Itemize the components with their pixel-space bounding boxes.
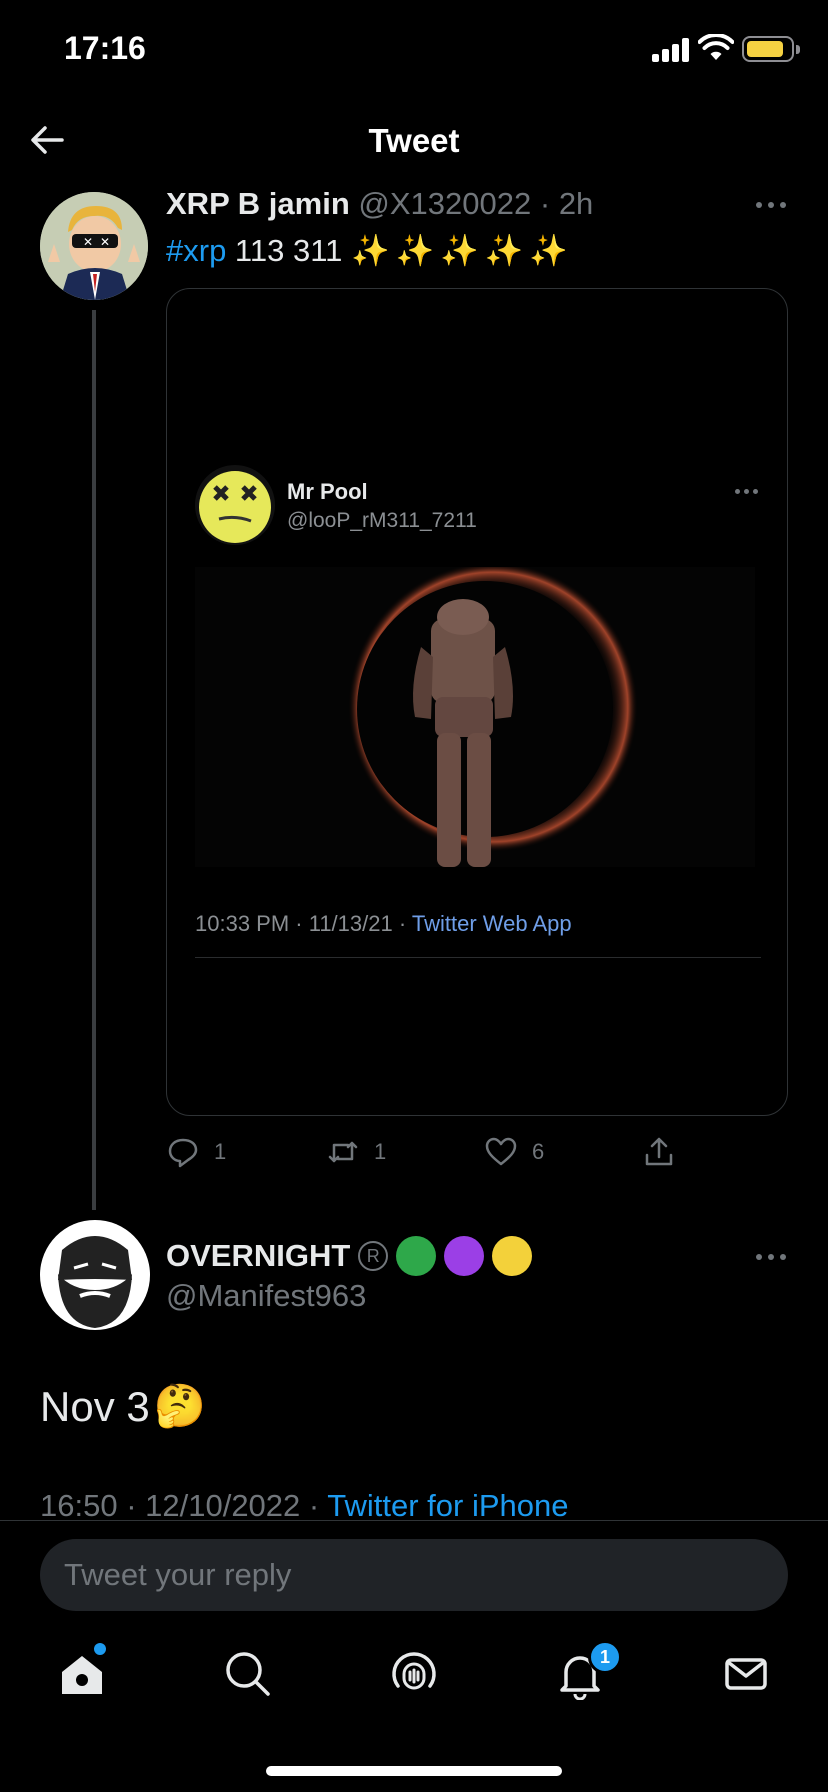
battery-tip [796,45,800,54]
reply-source-link[interactable]: Twitter for iPhone [327,1488,568,1523]
tweet-actions: 1 1 6 [166,1130,706,1174]
avatar[interactable]: ✕ ✕ [40,192,148,300]
avatar[interactable] [40,1220,150,1330]
page-title: Tweet [368,122,460,159]
svg-text:✕: ✕ [100,235,110,249]
tweet-author-line: XRP B jamin @X1320022 · 2h [166,186,593,222]
retweet-icon [328,1141,358,1163]
more-options-icon[interactable] [756,1254,786,1262]
thinking-face-emoji: 🤔 [153,1382,207,1429]
spaces-icon [392,1652,436,1690]
like-button[interactable]: 6 [484,1130,544,1174]
embedded-divider [195,957,761,958]
share-icon [645,1137,673,1166]
messages-icon [725,1658,767,1690]
share-button[interactable] [642,1130,676,1174]
search-icon [226,1652,270,1696]
retweet-count: 1 [374,1139,387,1164]
author-name[interactable]: XRP B jamin [166,186,350,221]
hashtag-link[interactable]: #xrp [166,233,226,268]
tab-search[interactable] [222,1648,274,1700]
astronaut-image [195,567,755,867]
thread-connector-line [92,310,96,1210]
like-count: 6 [532,1139,545,1164]
reply-tweet-body: Nov 3 [40,1382,150,1430]
reply-composer-bar [0,1520,828,1620]
battery-icon [742,36,794,62]
reply-author-handle[interactable]: @Manifest963 [166,1278,366,1314]
separator-dot: · [539,186,551,221]
tweet-media-card[interactable]: Mr Pool @looP_rM311_7211 10:33 PM · 11/1… [166,288,788,1116]
reply-author-line: OVERNIGHT R [166,1236,533,1276]
home-unread-dot [94,1643,106,1655]
reply-count: 1 [214,1139,227,1164]
tab-messages[interactable] [720,1648,772,1700]
heart-icon [485,1137,517,1166]
tweet-time-ago: 2h [558,186,594,221]
reply-tweet-timestamp: 16:50 · 12/10/2022 · Twitter for iPhone [40,1488,568,1524]
reply-icon [168,1138,198,1168]
reply-tweet-text: Nov 3 🤔 [40,1382,206,1431]
page-header: Tweet [0,100,828,180]
bearded-man-avatar-icon [40,1220,150,1330]
tweet-text: #xrp 113 311 ✨✨✨✨✨ [166,232,574,269]
retweet-button[interactable]: 1 [326,1130,386,1174]
purple-circle-emoji [444,1236,485,1276]
wifi-icon [698,34,734,60]
sparkles-emoji: ✨✨✨✨✨ [351,233,574,268]
bottom-tab-bar [0,1620,828,1740]
embedded-more-options-icon [735,489,765,497]
embedded-avatar [195,465,275,545]
cartoon-avatar-icon: ✕ ✕ [40,192,148,300]
embedded-source: Twitter Web App [411,911,572,936]
embedded-author-name: Mr Pool [287,479,368,504]
more-options-icon[interactable] [756,202,786,210]
tab-home[interactable] [56,1648,108,1700]
tab-spaces[interactable] [388,1648,440,1700]
status-bar: 17:16 [0,0,828,100]
reply-button[interactable]: 1 [166,1130,226,1174]
embedded-author-handle: @looP_rM311_7211 [287,509,477,532]
author-handle[interactable]: @X1320022 [358,186,531,221]
yellow-circle-emoji [492,1236,533,1276]
embedded-timestamp: 10:33 PM · 11/13/21 · Twitter Web App [195,911,572,937]
home-icon [62,1656,102,1694]
svg-text:✕: ✕ [83,235,93,249]
battery-level [747,41,783,57]
embedded-time: 10:33 PM · 11/13/21 · [195,911,412,936]
smiley-x-eyes-icon [195,465,275,545]
reply-author-name[interactable]: OVERNIGHT [166,1238,350,1274]
tweet-text-body: 113 311 [226,233,351,268]
cellular-signal-icon [652,38,690,62]
registered-mark-icon: R [358,1241,389,1271]
notification-badge: 1 [588,1640,622,1674]
home-indicator [266,1766,562,1776]
status-time: 17:16 [64,30,146,66]
reply-time: 16:50 · 12/10/2022 · [40,1488,328,1523]
green-circle-emoji [396,1236,437,1276]
reply-input[interactable] [40,1539,788,1611]
